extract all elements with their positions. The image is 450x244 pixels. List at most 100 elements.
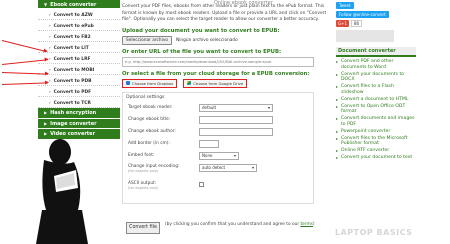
- chevron-right-icon: ›: [49, 12, 51, 17]
- input-encoding-select[interactable]: auto detect ▾: [199, 163, 257, 172]
- sidebar-item-label: Convert to PDF: [53, 90, 92, 95]
- url-section-title: Or enter URL of the file you want to con…: [122, 48, 282, 55]
- input-encoding-hint: (for experts only): [128, 168, 159, 173]
- annotation-arrow: [1, 72, 48, 75]
- ebook-author-label: Change ebook author:: [128, 128, 176, 134]
- choose-file-button[interactable]: Seleccionar archivo: [122, 35, 173, 45]
- dropbox-icon: [126, 81, 130, 86]
- ascii-output-checkbox[interactable]: [199, 181, 204, 187]
- file-status-text: Ningún archivo seleccionado: [176, 37, 238, 43]
- google-drive-button[interactable]: Choose from Google Drive: [183, 78, 248, 88]
- chevron-right-icon: ›: [49, 67, 51, 72]
- google-drive-icon: [187, 81, 192, 86]
- dropbox-button[interactable]: Choose from Dropbox: [122, 78, 178, 88]
- ebook-title-label: Change ebook title:: [128, 116, 171, 122]
- chevron-right-icon: ›: [49, 89, 51, 94]
- sidebar-item-tcr[interactable]: › Convert to TCR: [38, 97, 120, 108]
- doc-link-rtf[interactable]: Online RTF converter: [336, 148, 416, 154]
- border-label: Add border (in cm):: [128, 140, 170, 146]
- border-input[interactable]: [199, 139, 219, 148]
- doc-link-odt[interactable]: Convert to Open Office ODT format: [336, 104, 416, 116]
- cloud-buttons-row: Choose from Dropbox Choose from Google D…: [122, 78, 330, 88]
- terms-notice: (by clicking you confirm that you unders…: [165, 222, 315, 228]
- sidebar-item-label: Convert to TCR: [53, 101, 91, 106]
- sidebar-item-label: Convert to FB2: [53, 35, 91, 40]
- doc-link-pdf[interactable]: Convert documents and images to PDF: [336, 116, 416, 128]
- doc-link-publisher[interactable]: Convert files to the Microsoft Publisher…: [336, 136, 416, 148]
- optional-settings-legend: Optional settings: [126, 94, 165, 100]
- main-content: Convert your PDF files, ebooks from othe…: [122, 4, 330, 204]
- sidebar-item-label: Convert to MOBI: [53, 68, 95, 73]
- ad-placeholder: [336, 30, 394, 42]
- chevron-down-icon: ▾: [267, 104, 270, 110]
- sidebar-category-label: Hash encryption: [50, 110, 97, 116]
- cloud-section-title: Or select a file from your cloud storage…: [122, 70, 310, 77]
- sidebar-item-label: Convert to LRF: [53, 57, 91, 62]
- target-reader-label: Target ebook reader:: [128, 104, 173, 110]
- dropbox-button-label: Choose from Dropbox: [132, 80, 174, 86]
- chevron-right-icon: ›: [49, 100, 51, 105]
- sidebar-category-image[interactable]: ▶ Image converter: [38, 118, 120, 129]
- target-reader-value: default: [202, 104, 217, 110]
- chevron-right-icon: ›: [49, 34, 51, 39]
- doc-link-docx[interactable]: Convert your documents to DOCX: [336, 72, 416, 84]
- target-reader-select[interactable]: default ▾: [199, 103, 273, 112]
- chevron-down-icon: ▾: [251, 164, 254, 170]
- url-input[interactable]: [122, 56, 314, 67]
- sidebar-item-epub[interactable]: › Convert to ePub: [38, 20, 120, 31]
- sidebar-item-mobi[interactable]: › Convert to MOBI: [38, 64, 120, 75]
- chevron-right-icon: ›: [49, 45, 51, 50]
- caret-right-icon: ▶: [44, 110, 48, 115]
- sidebar-item-fb2[interactable]: › Convert to FB2: [38, 31, 120, 42]
- google-drive-button-label: Choose from Google Drive: [193, 80, 244, 86]
- chevron-right-icon: ›: [49, 23, 51, 28]
- reader-silhouette-image: [36, 139, 88, 244]
- google-plus-count: 86: [351, 20, 363, 27]
- document-converter-heading: Document converter: [336, 47, 416, 57]
- chevron-right-icon: ›: [49, 78, 51, 83]
- google-plus-row: G+1 86: [336, 20, 416, 27]
- sidebar-category-label: Image converter: [50, 120, 97, 127]
- caret-right-icon: ▶: [44, 120, 48, 126]
- embed-font-label: Embed font:: [128, 152, 155, 158]
- sidebar-heading-ebook-converter[interactable]: ▼ Ebook converter: [38, 0, 120, 9]
- file-upload-row: Seleccionar archivo Ningún archivo selec…: [122, 35, 330, 45]
- doc-link-text[interactable]: Convert your document to text: [336, 155, 416, 161]
- ascii-output-hint: (for experts only): [128, 185, 159, 190]
- sidebar-item-label: Convert to AZW: [53, 13, 93, 18]
- tweet-button[interactable]: Tweet: [336, 2, 354, 9]
- doc-link-html[interactable]: Convert a document to HTML: [336, 97, 416, 103]
- ebook-title-input[interactable]: [199, 115, 273, 124]
- google-plus-button[interactable]: G+1: [336, 20, 349, 27]
- ebook-author-input[interactable]: [199, 127, 273, 136]
- doc-link-word[interactable]: Convert PDF and other documents to Word: [336, 59, 416, 71]
- doc-link-powerpoint[interactable]: Powerpoint converter: [336, 129, 416, 135]
- optional-settings-panel: Optional settings Target ebook reader: d…: [122, 91, 314, 204]
- watermark-text: LAPTOP BASICS: [335, 228, 413, 237]
- sidebar-item-label: Convert to ePub: [53, 24, 94, 29]
- sidebar-item-azw[interactable]: › Convert to AZW: [38, 9, 120, 20]
- sidebar-item-label: Convert to PDB: [53, 79, 92, 84]
- follow-button[interactable]: Follow @online-convert: [336, 11, 389, 18]
- convert-file-button[interactable]: Convert file: [126, 222, 160, 234]
- terms-prefix: (by clicking you confirm that you unders…: [165, 222, 301, 227]
- chevron-down-icon: ▾: [233, 152, 236, 158]
- sidebar-item-lrf[interactable]: › Convert to LRF: [38, 53, 120, 64]
- doc-link-flash[interactable]: Convert files to a Flash slideshow: [336, 84, 416, 96]
- sidebar-category-hash[interactable]: ▶ Hash encryption: [38, 108, 120, 119]
- sidebar-heading-label: Ebook converter: [50, 2, 97, 8]
- sidebar-item-label: Convert to LIT: [53, 46, 89, 51]
- embed-font-select[interactable]: None ▾: [199, 151, 239, 160]
- terms-link[interactable]: terms: [300, 222, 312, 227]
- sidebar-item-pdb[interactable]: › Convert to PDB: [38, 75, 120, 86]
- terms-suffix: ): [312, 222, 315, 227]
- embed-font-value: None: [202, 152, 213, 158]
- document-converter-list: Convert PDF and other documents to Word …: [336, 59, 416, 161]
- input-encoding-label-group: Change input encoding: (for experts only…: [128, 164, 179, 173]
- chevron-right-icon: ›: [49, 56, 51, 61]
- ascii-output-label-group: ASCII output: (for experts only): [128, 181, 158, 190]
- sidebar-item-lit[interactable]: › Convert to LIT: [38, 42, 120, 53]
- upload-section-title: Upload your document you want to convert…: [122, 27, 280, 34]
- sidebar-item-pdf[interactable]: › Convert to PDF: [38, 86, 120, 97]
- caret-down-icon: ▼: [44, 2, 48, 7]
